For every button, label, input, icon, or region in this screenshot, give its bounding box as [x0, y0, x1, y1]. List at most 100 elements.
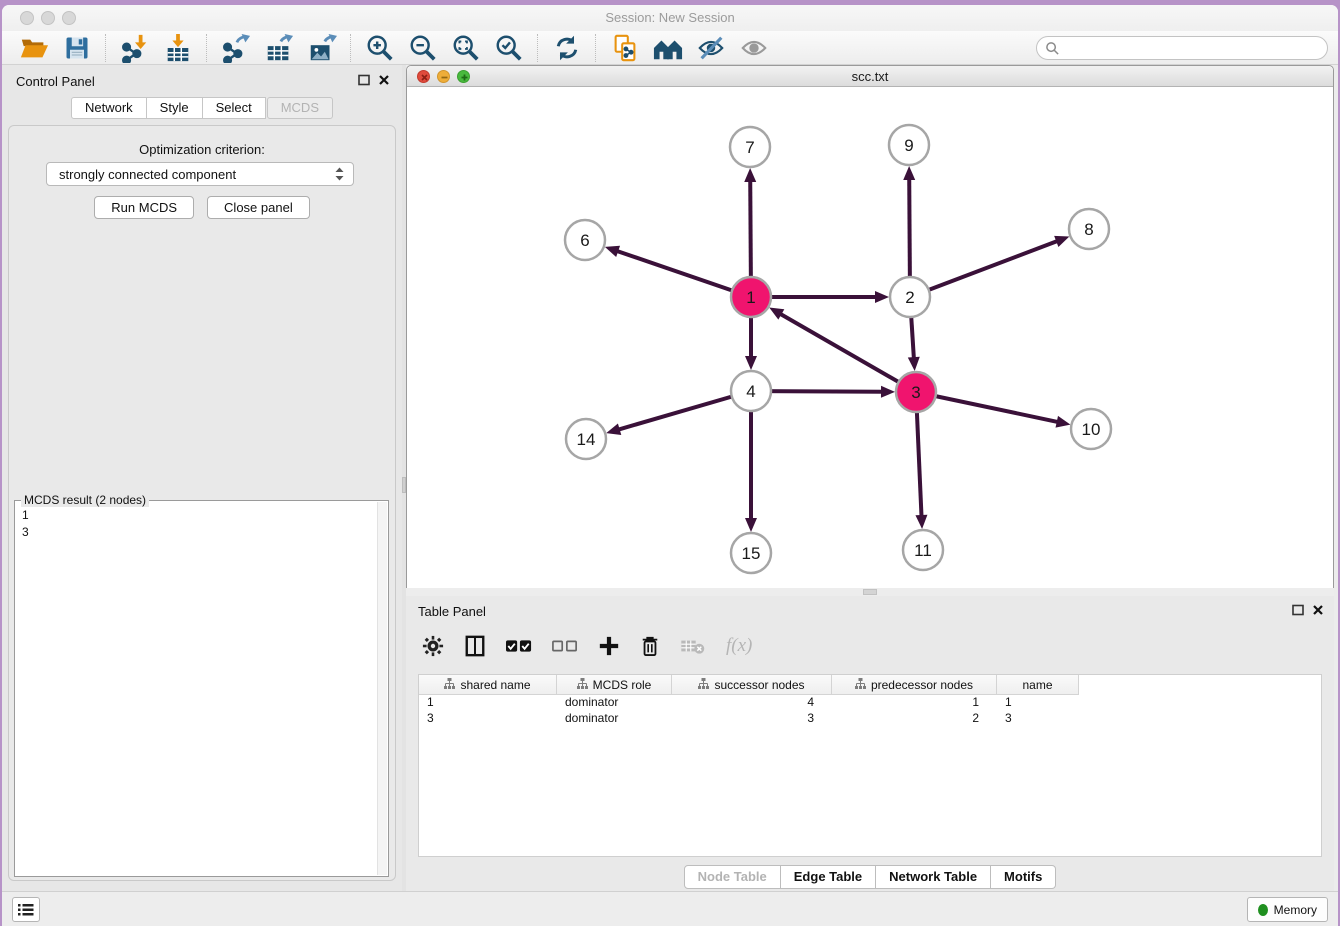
cell-predecessor-nodes[interactable]: 2 [832, 711, 997, 727]
criterion-value: strongly connected component [59, 167, 236, 182]
control-panel-tabs: NetworkStyleSelectMCDS [2, 97, 402, 119]
select-all-rows-icon[interactable] [506, 638, 532, 654]
export-network-icon[interactable] [214, 33, 257, 63]
mcds-result-box: MCDS result (2 nodes) 1 3 [14, 500, 389, 877]
column-header-MCDS-role[interactable]: MCDS role [557, 675, 672, 695]
tab-mcds[interactable]: MCDS [267, 97, 333, 119]
memory-button[interactable]: Memory [1247, 897, 1328, 922]
network-window-titlebar[interactable]: scc.txt [407, 66, 1333, 87]
cell-MCDS-role[interactable]: dominator [557, 695, 672, 711]
network-canvas[interactable]: 1234678910111415 [407, 88, 1333, 588]
search-field-wrap [1036, 36, 1328, 60]
node-label-7: 7 [745, 138, 754, 157]
tab-node-table[interactable]: Node Table [684, 865, 781, 889]
node-label-11: 11 [914, 541, 932, 560]
open-file-icon[interactable] [12, 33, 55, 63]
column-header-shared-name[interactable]: shared name [419, 675, 557, 695]
tab-style[interactable]: Style [147, 97, 203, 119]
horizontal-split-divider[interactable] [406, 588, 1334, 596]
cell-MCDS-role[interactable]: dominator [557, 711, 672, 727]
arrowhead-icon [881, 386, 895, 398]
hide-selected-icon[interactable] [689, 33, 732, 63]
column-label: predecessor nodes [871, 678, 973, 692]
cell-successor-nodes[interactable]: 3 [672, 711, 832, 727]
task-history-button[interactable] [12, 897, 40, 922]
arrowhead-icon [744, 168, 756, 182]
apply-layout-icon[interactable] [545, 33, 588, 63]
show-all-icon[interactable] [732, 33, 775, 63]
import-network-icon[interactable] [113, 33, 156, 63]
cell-shared-name[interactable]: 1 [419, 695, 557, 711]
zoom-in-icon[interactable] [358, 33, 401, 63]
edge-3-1[interactable] [780, 313, 916, 392]
close-panel-button[interactable]: Close panel [207, 196, 310, 219]
add-column-icon[interactable] [598, 635, 620, 657]
cell-predecessor-nodes[interactable]: 1 [832, 695, 997, 711]
network-view-title: scc.txt [407, 69, 1333, 84]
export-image-icon[interactable] [300, 33, 343, 63]
cell-successor-nodes[interactable]: 4 [672, 695, 832, 711]
search-icon [1045, 41, 1060, 56]
table-panel: Table Panel f(x) shared nameMCDS rolesuc… [406, 596, 1334, 891]
node-label-9: 9 [904, 136, 913, 155]
toolbar-separator [206, 34, 207, 62]
zoom-fit-icon[interactable] [444, 33, 487, 63]
cell-name[interactable]: 1 [997, 695, 1079, 711]
node-label-1: 1 [746, 288, 755, 307]
cell-shared-name[interactable]: 3 [419, 711, 557, 727]
network-graph[interactable]: 1234678910111415 [407, 88, 1333, 588]
tab-motifs[interactable]: Motifs [991, 865, 1056, 889]
duplicate-network-icon[interactable] [603, 33, 646, 63]
column-type-icon [577, 678, 588, 692]
edge-2-8[interactable] [910, 241, 1058, 297]
show-columns-icon[interactable] [464, 635, 486, 657]
divider-grip[interactable] [863, 589, 877, 595]
table-toolbar: f(x) [422, 626, 752, 666]
node-label-15: 15 [742, 544, 761, 563]
toolbar-separator [537, 34, 538, 62]
import-table-icon[interactable] [156, 33, 199, 63]
first-neighbors-icon[interactable] [646, 33, 689, 63]
edge-1-6[interactable] [616, 251, 751, 297]
mcds-result-text: 1 3 [19, 507, 374, 872]
tab-edge-table[interactable]: Edge Table [781, 865, 876, 889]
node-label-8: 8 [1084, 220, 1093, 239]
function-builder-icon: f(x) [726, 635, 752, 657]
result-scrollbar[interactable] [377, 502, 387, 875]
float-panel-icon[interactable] [358, 74, 370, 86]
column-header-successor-nodes[interactable]: successor nodes [672, 675, 832, 695]
chevron-up-down-icon [334, 166, 345, 182]
float-panel-icon[interactable] [1292, 604, 1304, 616]
column-label: shared name [460, 678, 530, 692]
column-header-name[interactable]: name [997, 675, 1079, 695]
column-header-predecessor-nodes[interactable]: predecessor nodes [832, 675, 997, 695]
table-row[interactable]: 3dominator323 [419, 711, 1321, 727]
close-panel-icon[interactable] [1312, 604, 1324, 616]
tab-select[interactable]: Select [203, 97, 266, 119]
toolbar-separator [105, 34, 106, 62]
delete-columns-icon[interactable] [640, 635, 660, 657]
column-type-icon [444, 678, 455, 692]
mcds-panel: Optimization criterion: strongly connect… [8, 125, 396, 881]
arrowhead-icon [903, 166, 915, 180]
export-table-icon[interactable] [257, 33, 300, 63]
close-panel-icon[interactable] [378, 74, 390, 86]
save-session-icon[interactable] [55, 33, 98, 63]
search-input[interactable] [1036, 36, 1328, 60]
tab-network[interactable]: Network [71, 97, 147, 119]
cell-name[interactable]: 3 [997, 711, 1079, 727]
deselect-all-rows-icon[interactable] [552, 638, 578, 654]
table-row[interactable]: 1dominator411 [419, 695, 1321, 711]
tab-network-table[interactable]: Network Table [876, 865, 991, 889]
table-options-icon[interactable] [422, 635, 444, 657]
zoom-out-icon[interactable] [401, 33, 444, 63]
edge-3-10[interactable] [916, 392, 1059, 422]
zoom-selected-icon[interactable] [487, 33, 530, 63]
run-mcds-button[interactable]: Run MCDS [94, 196, 194, 219]
column-label: MCDS role [593, 678, 652, 692]
arrowhead-icon [605, 246, 620, 257]
arrowhead-icon [875, 291, 889, 303]
column-label: successor nodes [714, 678, 804, 692]
criterion-dropdown[interactable]: strongly connected component [46, 162, 354, 186]
column-label: name [1022, 678, 1052, 692]
